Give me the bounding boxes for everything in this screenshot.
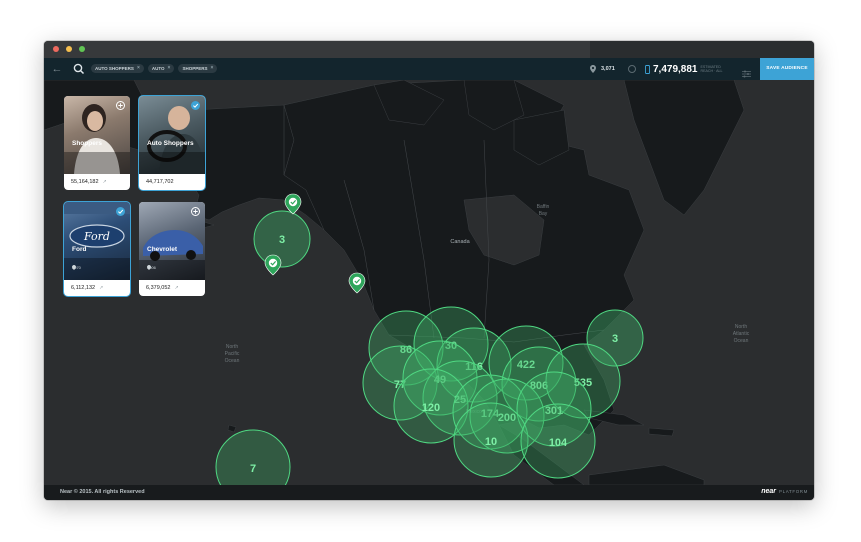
card-footer: 55,164,182 ↗ <box>64 174 130 190</box>
refresh-icon[interactable] <box>628 65 636 73</box>
window-titlebar <box>44 41 814 58</box>
svg-text:Ford: Ford <box>83 230 110 243</box>
reach-sublabel: ESTIMATED REACH · ALL <box>700 65 723 73</box>
chip-label: AUTO <box>151 66 165 71</box>
card-footer: 6,112,132 ↗ <box>64 280 130 296</box>
save-audience-button[interactable]: SAVE AUDIENCE <box>760 58 814 80</box>
check-icon[interactable] <box>116 207 125 216</box>
check-icon[interactable] <box>191 101 200 110</box>
location-pin-icon <box>72 265 76 270</box>
label-north-atlantic: Ocean <box>734 338 749 344</box>
land-hispaniola <box>648 427 675 437</box>
land-south-america <box>588 464 705 485</box>
plus-icon[interactable] <box>116 101 125 110</box>
maximize-window-button[interactable] <box>79 46 85 52</box>
brand-platform: PLATFORM <box>779 489 808 494</box>
expand-icon[interactable]: ↗ <box>99 285 103 291</box>
label-north-atlantic: Atlantic <box>733 331 750 337</box>
back-arrow-icon[interactable]: ← <box>50 62 64 76</box>
app-footer: Near © 2015. All rights Reserved near PL… <box>44 485 814 500</box>
land-hawaii <box>227 424 237 433</box>
card-footer: 6,379,052 ↗ <box>139 280 205 296</box>
minimize-window-button[interactable] <box>66 46 72 52</box>
plus-icon[interactable] <box>191 207 200 216</box>
cluster-marker[interactable]: 10 <box>453 402 529 478</box>
reach-summary: 7,479,881 ESTIMATED REACH · ALL <box>645 61 727 77</box>
card-photo: Auto Shoppers <box>139 96 205 174</box>
chip-label: AUTO SHOPPERS <box>95 66 134 71</box>
cluster-count: 3 <box>612 333 618 345</box>
audience-card-shoppers[interactable]: Shoppers 55,164,182 ↗ <box>64 96 130 190</box>
label-north-pacific: Pacific <box>225 351 240 357</box>
brand-name: near <box>761 488 777 495</box>
card-footer: 44,717,702 <box>139 174 205 190</box>
top-toolbar: ← AUTO SHOPPERS × AUTO × SHOPPERS × 3,071 7… <box>44 58 814 80</box>
card-count: 44,717,702 <box>146 179 174 185</box>
cluster-marker[interactable]: 104 <box>520 403 596 479</box>
card-count: 6,379,052 <box>146 285 171 291</box>
card-sublabel: 3006 <box>147 265 156 270</box>
filter-chip[interactable]: AUTO × <box>147 64 175 73</box>
card-title: Shoppers <box>72 140 102 147</box>
expand-icon[interactable]: ↗ <box>103 179 107 185</box>
cluster-count: 120 <box>422 402 440 414</box>
search-icon[interactable] <box>72 62 86 76</box>
reach-value: 7,479,881 <box>653 63 698 75</box>
copyright-text: Near © 2015. All rights Reserved <box>60 489 145 495</box>
cluster-count: 10 <box>485 436 497 448</box>
land-greenland <box>623 80 745 216</box>
card-photo: Shoppers <box>64 96 130 174</box>
location-count: 3,071 <box>590 62 615 76</box>
phone-icon <box>645 64 650 74</box>
card-sublabel: 3070 <box>72 265 81 270</box>
chip-close-icon[interactable]: × <box>168 64 171 73</box>
location-pin-check-icon[interactable] <box>348 272 366 294</box>
filter-chip[interactable]: AUTO SHOPPERS × <box>91 64 144 73</box>
card-count: 55,164,182 <box>71 179 99 185</box>
expand-icon[interactable]: ↗ <box>174 285 178 291</box>
cluster-count: 104 <box>549 437 568 449</box>
label-north-atlantic: North <box>735 324 747 330</box>
label-baffin-bay: Baffin <box>537 204 550 210</box>
location-pin-check-icon[interactable] <box>284 193 302 215</box>
cluster-count: 7 <box>250 463 256 475</box>
chip-label: SHOPPERS <box>182 66 208 71</box>
card-photo: Chevrolet 3006 <box>139 202 205 280</box>
location-count-value: 3,071 <box>601 66 615 72</box>
cluster-count: 3 <box>279 234 285 246</box>
close-window-button[interactable] <box>53 46 59 52</box>
audience-card-ford[interactable]: Ford Ford 3070 6,112,132 ↗ <box>64 202 130 296</box>
chip-close-icon[interactable]: × <box>137 64 140 73</box>
settings-sliders-icon[interactable] <box>742 65 751 78</box>
audience-card-auto-shoppers[interactable]: Auto Shoppers 44,717,702 <box>139 96 205 190</box>
brand-logo: near PLATFORM <box>761 488 808 495</box>
filter-chips: AUTO SHOPPERS × AUTO × SHOPPERS × <box>91 64 218 73</box>
label-north-pacific: North <box>226 344 238 350</box>
location-pin-icon <box>147 265 151 270</box>
card-count: 6,112,132 <box>71 285 96 291</box>
location-pin-icon <box>590 65 596 73</box>
filter-chip[interactable]: SHOPPERS × <box>178 64 218 73</box>
audience-card-chevrolet[interactable]: Chevrolet 3006 6,379,052 ↗ <box>139 202 205 296</box>
card-photo: Ford Ford 3070 <box>64 202 130 280</box>
card-title: Auto Shoppers <box>147 140 194 147</box>
app-window: ← AUTO SHOPPERS × AUTO × SHOPPERS × 3,071 7… <box>44 41 814 500</box>
cluster-marker[interactable]: 7 <box>215 429 291 485</box>
titlebar-strip <box>590 41 814 58</box>
location-pin-check-icon[interactable] <box>264 254 282 276</box>
card-title: Ford <box>72 246 87 253</box>
label-north-pacific: Ocean <box>225 358 240 364</box>
label-baffin-bay: Bay <box>539 211 548 217</box>
chip-close-icon[interactable]: × <box>210 64 213 73</box>
map-view[interactable]: North Pacific Ocean North Atlantic Ocean… <box>44 80 814 485</box>
cluster-marker[interactable]: 3 <box>253 210 311 268</box>
card-title: Chevrolet <box>147 246 177 253</box>
label-canada: Canada <box>450 239 470 245</box>
